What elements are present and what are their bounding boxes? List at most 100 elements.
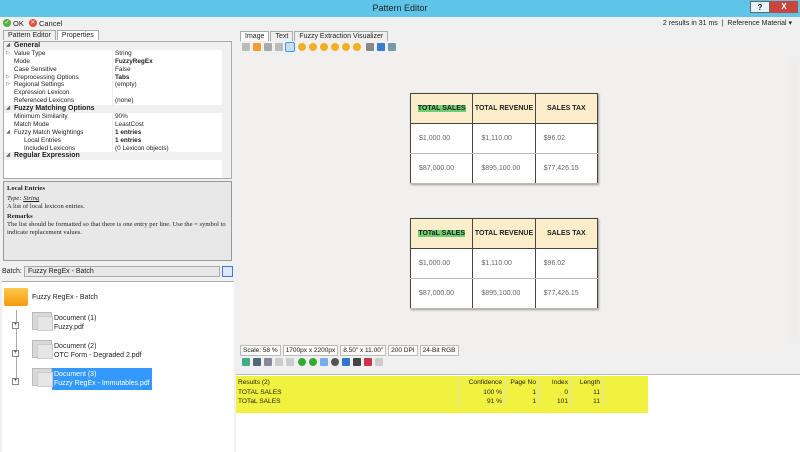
highlighted-match: TOTaL SALES — [418, 230, 465, 237]
property-value[interactable]: 90% — [112, 113, 231, 121]
document-table: TOTAL SALES TOTAL REVENUE SALES TAX $1,000.… — [409, 93, 599, 184]
property-row[interactable]: Included Lexicons (0 Lexicon objects) — [4, 144, 231, 153]
document-name: Document (3) — [54, 371, 97, 378]
property-value[interactable] — [112, 89, 231, 98]
rotate-right-icon[interactable] — [309, 358, 318, 366]
property-value[interactable]: (none) — [112, 97, 231, 106]
zoom-in-icon[interactable] — [298, 43, 307, 51]
property-category[interactable]: ◢ General — [4, 42, 231, 50]
tab-pattern-editor[interactable]: Pattern Editor — [3, 30, 56, 40]
tree-document[interactable]: Document (3) Fuzzy RegEx - Immutables.pdf — [32, 368, 152, 390]
tree-document[interactable]: Document (2) OTC Form - Degraded 2.pdf — [32, 340, 144, 362]
property-row[interactable]: ◢ Fuzzy Match Weightings 1 entries — [4, 128, 231, 137]
batch-tree: Fuzzy RegEx - Batch + Document (1) Fuzzy.p… — [2, 281, 234, 452]
property-row[interactable]: Minimum Similarity 90% — [4, 113, 231, 121]
expand-icon[interactable]: ◢ — [4, 152, 12, 160]
expand-icon[interactable] — [4, 97, 12, 105]
delete-icon[interactable] — [285, 358, 294, 366]
expand-icon[interactable] — [4, 89, 12, 97]
expand-icon[interactable]: ▷ — [4, 50, 12, 58]
property-category[interactable]: ◢ Regular Expression — [4, 152, 231, 161]
tab-fuzzy-extraction-visualizer[interactable]: Fuzzy Extraction Visualizer — [294, 31, 389, 41]
property-value[interactable]: String — [112, 49, 231, 58]
property-row[interactable]: Mode FuzzyRegEx — [4, 57, 231, 66]
table-cell: $87,000.00 — [409, 153, 474, 184]
property-value[interactable]: (empty) — [112, 81, 231, 90]
magnifier-icon[interactable] — [284, 42, 295, 52]
layers-icon[interactable] — [353, 358, 362, 366]
remove-lines-icon[interactable] — [364, 358, 373, 366]
fit-width-icon[interactable] — [342, 43, 351, 51]
ok-button[interactable]: ✓ OK — [3, 19, 24, 28]
tab-text[interactable]: Text — [270, 31, 294, 41]
property-row[interactable]: Local Entries 1 entries — [4, 136, 231, 145]
property-row[interactable]: ▷ Preprocessing Options Tabs — [4, 73, 231, 82]
zoom-actual-icon[interactable] — [320, 43, 329, 51]
property-value[interactable]: LeastCost — [112, 120, 231, 129]
deskew-icon[interactable] — [342, 358, 351, 366]
fit-page-icon[interactable] — [331, 43, 340, 51]
batch-root[interactable]: Fuzzy RegEx - Batch — [32, 294, 98, 301]
tab-properties[interactable]: Properties — [56, 30, 99, 40]
image-viewer[interactable]: TOTAL SALES TOTAL REVENUE SALES TAX $1,000.… — [240, 57, 788, 343]
property-category[interactable]: ◢ Fuzzy Matching Options — [4, 105, 231, 114]
expand-icon[interactable]: ▷ — [4, 74, 12, 82]
expand-icon[interactable]: ◢ — [4, 42, 12, 50]
close-button[interactable]: X — [770, 1, 798, 13]
property-row[interactable]: Case Sensitive False — [4, 65, 231, 74]
expand-icon[interactable] — [4, 121, 12, 129]
expand-toggle[interactable]: + — [12, 322, 19, 329]
property-value[interactable]: 1 entries — [112, 128, 231, 137]
crop-icon[interactable] — [263, 358, 272, 366]
property-value[interactable]: FuzzyRegEx — [112, 57, 231, 66]
result-row[interactable]: TOTaL SALES 91 % 1 101 11 — [236, 397, 603, 406]
image-bw-icon[interactable] — [252, 358, 261, 366]
table-cell: $1,110.00 — [472, 248, 536, 279]
image-scrollbar[interactable] — [788, 57, 799, 343]
property-value[interactable]: (0 Lexicon objects) — [112, 144, 231, 153]
tab-image[interactable]: Image — [240, 31, 270, 41]
image-icon[interactable] — [241, 358, 250, 366]
expand-icon[interactable]: ◢ — [4, 105, 12, 113]
batch-document-icon[interactable] — [222, 266, 233, 277]
print-icon[interactable] — [366, 43, 375, 51]
zoom-out-icon[interactable] — [309, 43, 318, 51]
expand-icon[interactable]: ◢ — [4, 129, 12, 137]
property-row[interactable]: Match Mode LeastCost — [4, 120, 231, 129]
expand-icon[interactable] — [4, 66, 12, 74]
expand-toggle[interactable]: + — [12, 378, 19, 385]
select-region-icon[interactable] — [263, 43, 272, 51]
expand-toggle[interactable]: + — [12, 350, 19, 357]
expand-icon[interactable]: ▷ — [4, 81, 12, 89]
property-value[interactable]: False — [112, 65, 231, 74]
batch-select[interactable]: Fuzzy RegEx - Batch — [24, 266, 220, 277]
pointer-icon[interactable] — [241, 43, 250, 51]
save-icon[interactable] — [377, 43, 386, 51]
reference-material-dropdown[interactable]: Reference Material — [727, 20, 786, 27]
disabled-tool-icon[interactable] — [274, 358, 283, 366]
settings-icon[interactable] — [388, 43, 397, 51]
zoom-region-icon[interactable] — [274, 43, 283, 51]
undo-icon[interactable] — [375, 358, 384, 366]
contrast-icon[interactable] — [331, 358, 340, 366]
result-row[interactable]: TOTAL SALES 100 % 1 0 11 — [236, 387, 603, 397]
property-scrollbar[interactable] — [222, 42, 231, 178]
fit-height-icon[interactable] — [353, 43, 362, 51]
expand-icon[interactable] — [4, 58, 12, 66]
tree-document[interactable]: Document (1) Fuzzy.pdf — [32, 312, 98, 334]
expand-icon[interactable] — [4, 137, 12, 145]
property-row[interactable]: Expression Lexicon — [4, 89, 231, 98]
help-button[interactable]: ? — [750, 1, 770, 13]
property-row[interactable]: Referenced Lexicons (none) — [4, 97, 231, 106]
property-row[interactable]: ▷ Value Type String — [4, 49, 231, 58]
cancel-button[interactable]: ✕ Cancel — [28, 19, 62, 28]
table-cell: $1,000.00 — [409, 123, 474, 154]
property-value[interactable]: 1 entries — [112, 136, 231, 145]
hand-icon[interactable] — [252, 43, 261, 51]
property-value[interactable]: Tabs — [112, 73, 231, 82]
rotate-left-icon[interactable] — [298, 358, 307, 366]
expand-icon[interactable] — [4, 113, 12, 121]
expand-icon[interactable] — [4, 145, 12, 153]
property-row[interactable]: ▷ Regional Settings (empty) — [4, 81, 231, 90]
flip-icon[interactable] — [320, 358, 329, 366]
